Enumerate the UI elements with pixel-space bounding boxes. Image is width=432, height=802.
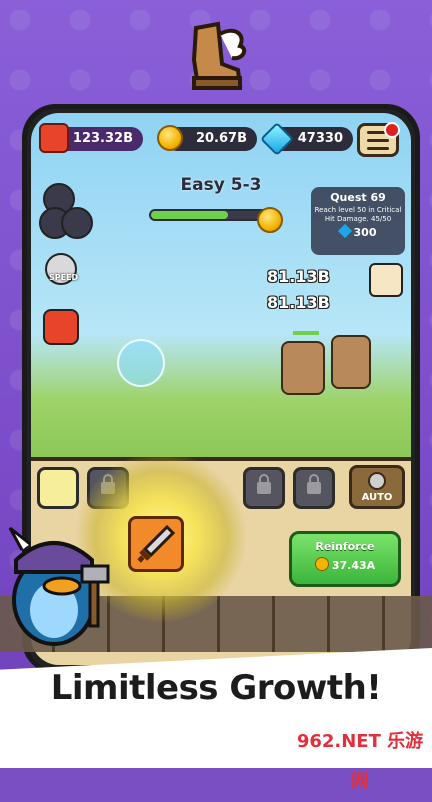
- mail-icon[interactable]: [369, 263, 403, 297]
- chest-icon[interactable]: [43, 309, 79, 345]
- sword-upgrade-button[interactable]: [128, 516, 184, 572]
- menu-button[interactable]: [357, 122, 400, 157]
- hero-shield-effect: [117, 339, 165, 387]
- damage-number-2: 81.13B: [267, 293, 330, 312]
- enemy-caveman-2: [331, 335, 371, 389]
- gold-value: 20.67B: [195, 131, 247, 146]
- unit-slot-6[interactable]: [293, 467, 335, 509]
- stage-progress-bar: [149, 209, 269, 221]
- reinforce-cost: 37.43A: [292, 557, 398, 572]
- quest-title: Quest 69: [330, 191, 386, 204]
- quest-description: Reach level 50 in Critical Hit Damage. 4…: [314, 206, 402, 223]
- unit-slot-5[interactable]: [243, 467, 285, 509]
- damage-number-1: 81.13B: [267, 267, 330, 286]
- viking-penguin-mascot: [8, 526, 110, 646]
- coin-icon: [314, 557, 329, 571]
- quest-panel[interactable]: Quest 69 Reach level 50 in Critical Hit …: [311, 187, 405, 255]
- reinforce-label: Reinforce: [315, 540, 375, 553]
- sword-icon: [137, 524, 176, 563]
- lock-icon: [257, 474, 271, 494]
- auto-label: AUTO: [361, 492, 393, 503]
- enemy-hp-bar: [293, 331, 319, 335]
- enemy-caveman-1: [281, 341, 325, 395]
- gem-value: 47330: [297, 131, 343, 146]
- gear-icon: [368, 472, 386, 490]
- watermark: 962.NET 乐游网: [296, 722, 424, 792]
- notification-dot: [384, 122, 400, 138]
- top-bar: 123.32B 20.67B 47330: [39, 122, 403, 157]
- reinforce-button[interactable]: Reinforce 37.43A: [289, 531, 401, 587]
- stage-progress-fill: [151, 211, 228, 219]
- lock-icon: [307, 474, 321, 494]
- quest-reward: 300: [311, 223, 405, 239]
- speed-label: SPEED: [49, 273, 79, 282]
- quest-progress: 45/50: [371, 215, 392, 223]
- boss-crown-icon[interactable]: [257, 207, 283, 233]
- power-value: 123.32B: [72, 131, 133, 146]
- skill-button-3[interactable]: [61, 207, 93, 239]
- tagline: Limitless Growth!: [50, 668, 382, 708]
- winged-boot-icon: [191, 21, 247, 90]
- auto-button[interactable]: AUTO: [349, 465, 405, 509]
- unit-slot-1[interactable]: [37, 467, 79, 509]
- gold-coin-icon: [157, 125, 183, 151]
- reward-gem-icon: [337, 223, 352, 239]
- power-crown-icon: [39, 123, 69, 153]
